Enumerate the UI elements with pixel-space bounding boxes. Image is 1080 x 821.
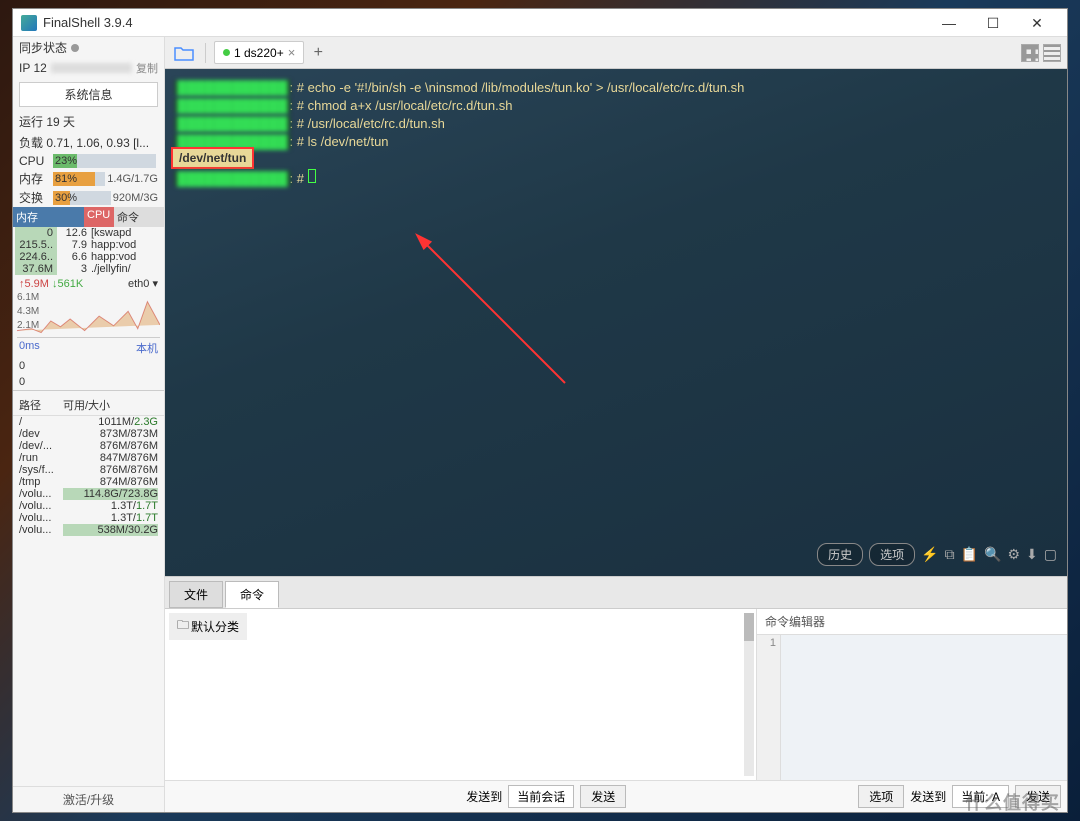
app-icon bbox=[21, 15, 37, 31]
network-chart: 6.1M 4.3M 2.1M bbox=[17, 292, 160, 338]
process-list: 012.6[kswapd215.5..7.9happ:vod224.6..6.6… bbox=[13, 227, 164, 275]
folder-icon: 🗀 bbox=[177, 616, 189, 637]
gear-icon[interactable]: ⚙ bbox=[1007, 546, 1020, 563]
path-row[interactable]: /volu...114.8G/723.8G bbox=[13, 488, 164, 500]
annotation-arrow-icon bbox=[415, 233, 595, 393]
activate-link[interactable]: 激活/升级 bbox=[13, 786, 164, 812]
lower-footer: 发送到 当前会话 发送 选项 发送到 当前: A 发送 bbox=[165, 780, 1067, 812]
terminal-toolbar: 历史 选项 ⚡ ⧉ 📋 🔍 ⚙ ⬇ ▢ bbox=[817, 543, 1057, 566]
grid-view-icon[interactable] bbox=[1021, 44, 1039, 62]
close-button[interactable]: ✕ bbox=[1015, 9, 1059, 37]
line-gutter: 1 bbox=[757, 635, 781, 780]
editor-textarea[interactable] bbox=[781, 635, 1067, 780]
window-title: FinalShell 3.9.4 bbox=[43, 15, 927, 30]
titlebar: FinalShell 3.9.4 — ☐ ✕ bbox=[13, 9, 1067, 37]
search-icon[interactable]: 🔍 bbox=[984, 546, 1001, 563]
process-row[interactable]: 012.6[kswapd bbox=[13, 227, 164, 239]
category-panel: 🗀 默认分类 bbox=[165, 609, 757, 780]
download-icon[interactable]: ⬇ bbox=[1026, 546, 1038, 563]
highlighted-output: /dev/net/tun bbox=[171, 147, 254, 169]
path-row[interactable]: /dev/...876M/876M bbox=[13, 440, 164, 452]
swap-metric: 交换 30% 920M/3G bbox=[13, 188, 164, 207]
process-header: 内存 CPU 命令 bbox=[13, 207, 164, 227]
ping-row: 0ms 本机 bbox=[13, 338, 164, 358]
mem-metric: 内存 81% 1.4G/1.7G bbox=[13, 169, 164, 188]
copy-icon[interactable]: ⧉ bbox=[945, 546, 955, 563]
process-row[interactable]: 224.6..6.6happ:vod bbox=[13, 251, 164, 263]
add-tab-button[interactable]: + bbox=[308, 44, 328, 62]
terminal-line: ████████████: # ls /dev/net/tun bbox=[175, 133, 1057, 151]
bolt-icon[interactable]: ⚡ bbox=[921, 546, 938, 563]
tab-bar: 1 ds220+ × + bbox=[165, 37, 1067, 69]
process-row[interactable]: 37.6M3./jellyfin/ bbox=[13, 263, 164, 275]
ip-row: IP 12 复制 bbox=[13, 58, 164, 78]
content-area: 1 ds220+ × + ████████████: # echo -e '#!… bbox=[165, 37, 1067, 812]
options-button[interactable]: 选项 bbox=[869, 543, 915, 566]
terminal[interactable]: ████████████: # echo -e '#!/bin/sh -e \n… bbox=[165, 69, 1067, 576]
status-dot-icon bbox=[71, 44, 79, 52]
copy-ip-link[interactable]: 复制 bbox=[136, 60, 158, 76]
session-select[interactable]: 当前会话 bbox=[508, 785, 574, 808]
watermark: 什么值得买 bbox=[965, 789, 1060, 815]
lower-panel: 文件 命令 🗀 默认分类 命令编辑器 1 bbox=[165, 576, 1067, 812]
system-info-button[interactable]: 系统信息 bbox=[19, 82, 158, 107]
tab-close-icon[interactable]: × bbox=[288, 45, 296, 60]
options-button-2[interactable]: 选项 bbox=[858, 785, 904, 808]
path-row[interactable]: /tmp874M/876M bbox=[13, 476, 164, 488]
cursor-icon bbox=[308, 169, 316, 183]
connected-dot-icon bbox=[223, 49, 230, 56]
path-row[interactable]: /run847M/876M bbox=[13, 452, 164, 464]
minimize-button[interactable]: — bbox=[927, 9, 971, 37]
uptime-text: 运行 19 天 bbox=[13, 111, 164, 132]
scrollbar[interactable] bbox=[744, 613, 754, 776]
maximize-button[interactable]: ☐ bbox=[971, 9, 1015, 37]
folder-icon[interactable] bbox=[171, 42, 197, 64]
cpu-metric: CPU 23% bbox=[13, 153, 164, 169]
location-select[interactable]: 本机 bbox=[136, 340, 158, 356]
path-row[interactable]: /volu...538M/30.2G bbox=[13, 524, 164, 536]
sync-status: 同步状态 bbox=[13, 37, 164, 58]
terminal-line: ████████████: # chmod a+x /usr/local/etc… bbox=[175, 97, 1057, 115]
interface-select[interactable]: eth0 ▾ bbox=[128, 277, 158, 290]
list-view-icon[interactable] bbox=[1043, 44, 1061, 62]
path-row[interactable]: /volu...1.3T/1.7T bbox=[13, 512, 164, 524]
editor-title: 命令编辑器 bbox=[757, 609, 1067, 635]
path-header: 路径 可用/大小 bbox=[13, 395, 164, 416]
tab-file[interactable]: 文件 bbox=[169, 581, 223, 608]
load-text: 负载 0.71, 1.06, 0.93 [l... bbox=[13, 132, 164, 153]
network-stats: ↑5.9M ↓561K eth0 ▾ bbox=[13, 275, 164, 292]
path-row[interactable]: /volu...1.3T/1.7T bbox=[13, 500, 164, 512]
fullscreen-icon[interactable]: ▢ bbox=[1044, 546, 1057, 563]
path-list: /1011M/2.3G/dev873M/873M/dev/...876M/876… bbox=[13, 416, 164, 536]
lower-tabs: 文件 命令 bbox=[165, 577, 1067, 608]
tab-command[interactable]: 命令 bbox=[225, 581, 279, 608]
paste-icon[interactable]: 📋 bbox=[961, 546, 978, 563]
category-item[interactable]: 🗀 默认分类 bbox=[169, 613, 247, 640]
tab-ds220[interactable]: 1 ds220+ × bbox=[214, 41, 304, 64]
command-editor-panel: 命令编辑器 1 bbox=[757, 609, 1067, 780]
path-row[interactable]: /sys/f...876M/876M bbox=[13, 464, 164, 476]
process-row[interactable]: 215.5..7.9happ:vod bbox=[13, 239, 164, 251]
terminal-line: ████████████: # /usr/local/etc/rc.d/tun.… bbox=[175, 115, 1057, 133]
path-row[interactable]: /dev873M/873M bbox=[13, 428, 164, 440]
history-button[interactable]: 历史 bbox=[817, 543, 863, 566]
path-row[interactable]: /1011M/2.3G bbox=[13, 416, 164, 428]
terminal-line: ████████████: # echo -e '#!/bin/sh -e \n… bbox=[175, 79, 1057, 97]
send-button[interactable]: 发送 bbox=[580, 785, 626, 808]
sidebar: 同步状态 IP 12 复制 系统信息 运行 19 天 负载 0.71, 1.06… bbox=[13, 37, 165, 812]
app-window: FinalShell 3.9.4 — ☐ ✕ 同步状态 IP 12 复制 系统信… bbox=[12, 8, 1068, 813]
